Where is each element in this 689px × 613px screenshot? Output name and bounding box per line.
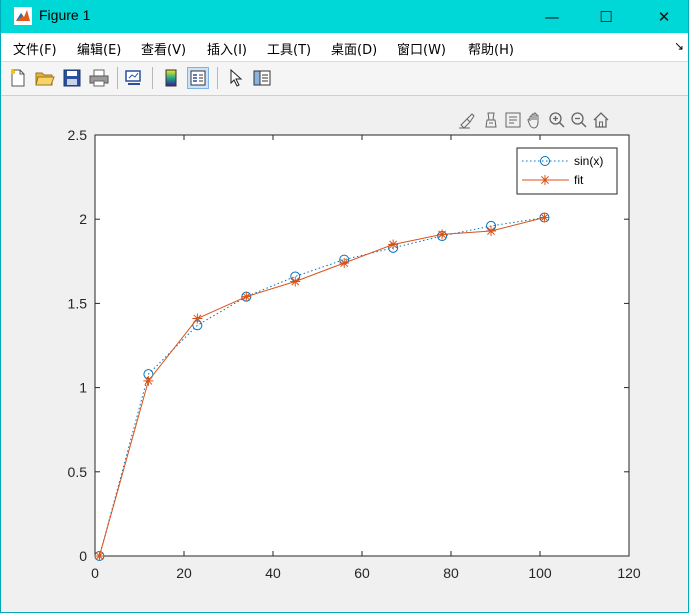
menu-desktop[interactable]: 桌面(D) xyxy=(331,39,377,58)
y-tick-label: 1 xyxy=(79,380,87,396)
data-point-asterisk xyxy=(94,551,105,561)
legend-marker-asterisk xyxy=(540,175,550,185)
x-tick-label: 20 xyxy=(176,565,192,581)
menu-tools[interactable]: 工具(T) xyxy=(267,39,311,58)
legend-label: sin(x) xyxy=(574,154,603,168)
y-tick-label: 1.5 xyxy=(68,295,88,311)
menu-view[interactable]: 查看(V) xyxy=(141,39,186,58)
close-button[interactable]: ✕ xyxy=(641,0,687,33)
insert-legend-icon[interactable] xyxy=(187,67,209,89)
x-tick-label: 80 xyxy=(443,565,459,581)
legend-label: fit xyxy=(574,173,584,187)
data-point-asterisk xyxy=(539,212,550,223)
y-tick-label: 0 xyxy=(79,548,87,564)
title-bar[interactable]: Figure 1 — ☐ ✕ xyxy=(1,0,688,33)
x-tick-label: 120 xyxy=(617,565,641,581)
data-point-asterisk xyxy=(437,229,448,240)
open-file-icon[interactable] xyxy=(34,67,56,89)
menu-file[interactable]: 文件(F) xyxy=(13,39,57,58)
x-tick-label: 0 xyxy=(91,565,99,581)
data-point-asterisk xyxy=(241,291,252,302)
save-icon[interactable] xyxy=(61,67,83,89)
figure-canvas: 0 20 40 60 80 100 120 0 0.5 1 1.5 2 2.5 sin(x) fit xyxy=(1,96,688,612)
menu-insert[interactable]: 插入(I) xyxy=(207,39,247,58)
data-point-asterisk xyxy=(486,225,497,236)
x-tick-label: 40 xyxy=(265,565,281,581)
maximize-button[interactable]: ☐ xyxy=(583,0,629,33)
data-point-asterisk xyxy=(290,276,301,287)
x-tick-label: 100 xyxy=(528,565,552,581)
axes-box xyxy=(94,134,630,557)
new-figure-icon[interactable] xyxy=(7,67,29,89)
chevron-icon[interactable]: ↘ xyxy=(674,39,684,53)
print-icon[interactable] xyxy=(88,67,110,89)
figure-window: Figure 1 — ☐ ✕ 文件(F) 编辑(E) 查看(V) 插入(I) 工… xyxy=(0,0,689,613)
menu-window[interactable]: 窗口(W) xyxy=(397,39,446,58)
menu-help[interactable]: 帮助(H) xyxy=(468,39,514,58)
insert-colorbar-icon[interactable] xyxy=(160,67,182,89)
data-point-asterisk xyxy=(192,313,203,324)
edit-plot-icon[interactable] xyxy=(225,67,247,89)
window-title: Figure 1 xyxy=(39,7,91,23)
matlab-logo-icon xyxy=(14,7,32,25)
data-point-asterisk xyxy=(388,239,399,250)
y-tick-label: 0.5 xyxy=(68,464,88,480)
minimize-icon: — xyxy=(544,7,560,26)
link-plot-icon[interactable] xyxy=(123,67,145,89)
menu-bar: 文件(F) 编辑(E) 查看(V) 插入(I) 工具(T) 桌面(D) 窗口(W… xyxy=(1,33,688,62)
minimize-button[interactable]: — xyxy=(529,0,575,33)
data-point-asterisk xyxy=(143,375,154,386)
property-inspector-icon[interactable] xyxy=(251,67,273,89)
data-point-asterisk xyxy=(339,257,350,268)
x-tick-label: 60 xyxy=(354,565,370,581)
close-icon: ✕ xyxy=(657,7,671,26)
y-tick-label: 2 xyxy=(79,211,87,227)
figure-toolbar xyxy=(1,62,688,96)
y-tick-label: 2.5 xyxy=(68,127,88,143)
menu-edit[interactable]: 编辑(E) xyxy=(77,39,121,58)
maximize-icon: ☐ xyxy=(599,7,613,26)
plot-area[interactable]: 0 20 40 60 80 100 120 0 0.5 1 1.5 2 2.5 sin(x) fit xyxy=(1,96,688,612)
